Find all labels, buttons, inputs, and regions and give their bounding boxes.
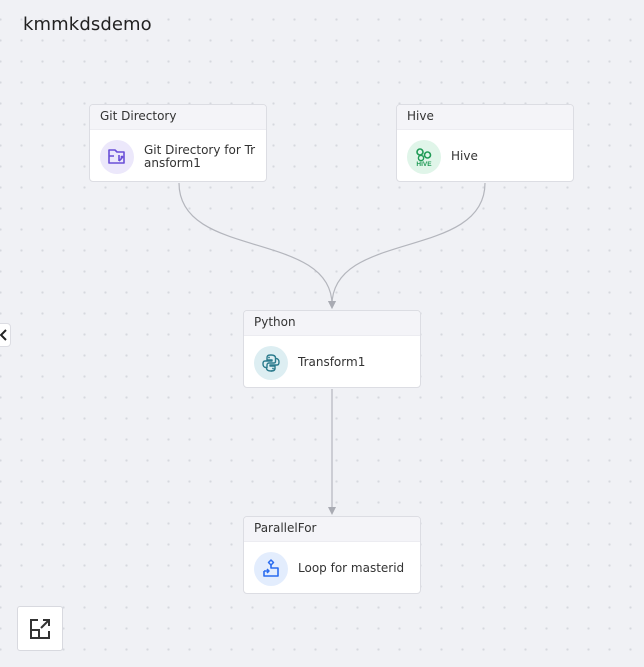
node-type-label: Hive [397,105,573,130]
loop-icon [254,552,288,586]
fit-view-button[interactable] [17,606,63,651]
python-icon [254,346,288,380]
edge-hive-to-python[interactable] [328,182,486,309]
node-python[interactable]: Python Transform1 [243,310,421,388]
node-name: Loop for masterid [298,561,405,575]
node-name: Git Directory for Transform1 [144,142,256,170]
node-name: Transform1 [298,355,366,369]
expand-view-icon [30,618,50,639]
git-folder-icon [100,140,134,174]
node-type-label: ParallelFor [244,517,420,542]
edge-git-to-python[interactable] [178,182,336,309]
collapse-panel-button[interactable] [0,323,11,347]
svg-text:HIVE: HIVE [416,161,432,168]
chevron-left-icon [0,329,7,341]
node-hive[interactable]: Hive HIVE Hive [396,104,574,182]
hive-icon: HIVE [407,140,441,174]
node-type-label: Python [244,311,420,336]
pipeline-title: kmmkdsdemo [23,14,152,35]
node-git-directory[interactable]: Git Directory Git Directory for Transfor… [89,104,267,182]
node-parallelfor[interactable]: ParallelFor Loop for masterid [243,516,421,594]
node-type-label: Git Directory [90,105,266,130]
node-name: Hive [451,149,478,163]
